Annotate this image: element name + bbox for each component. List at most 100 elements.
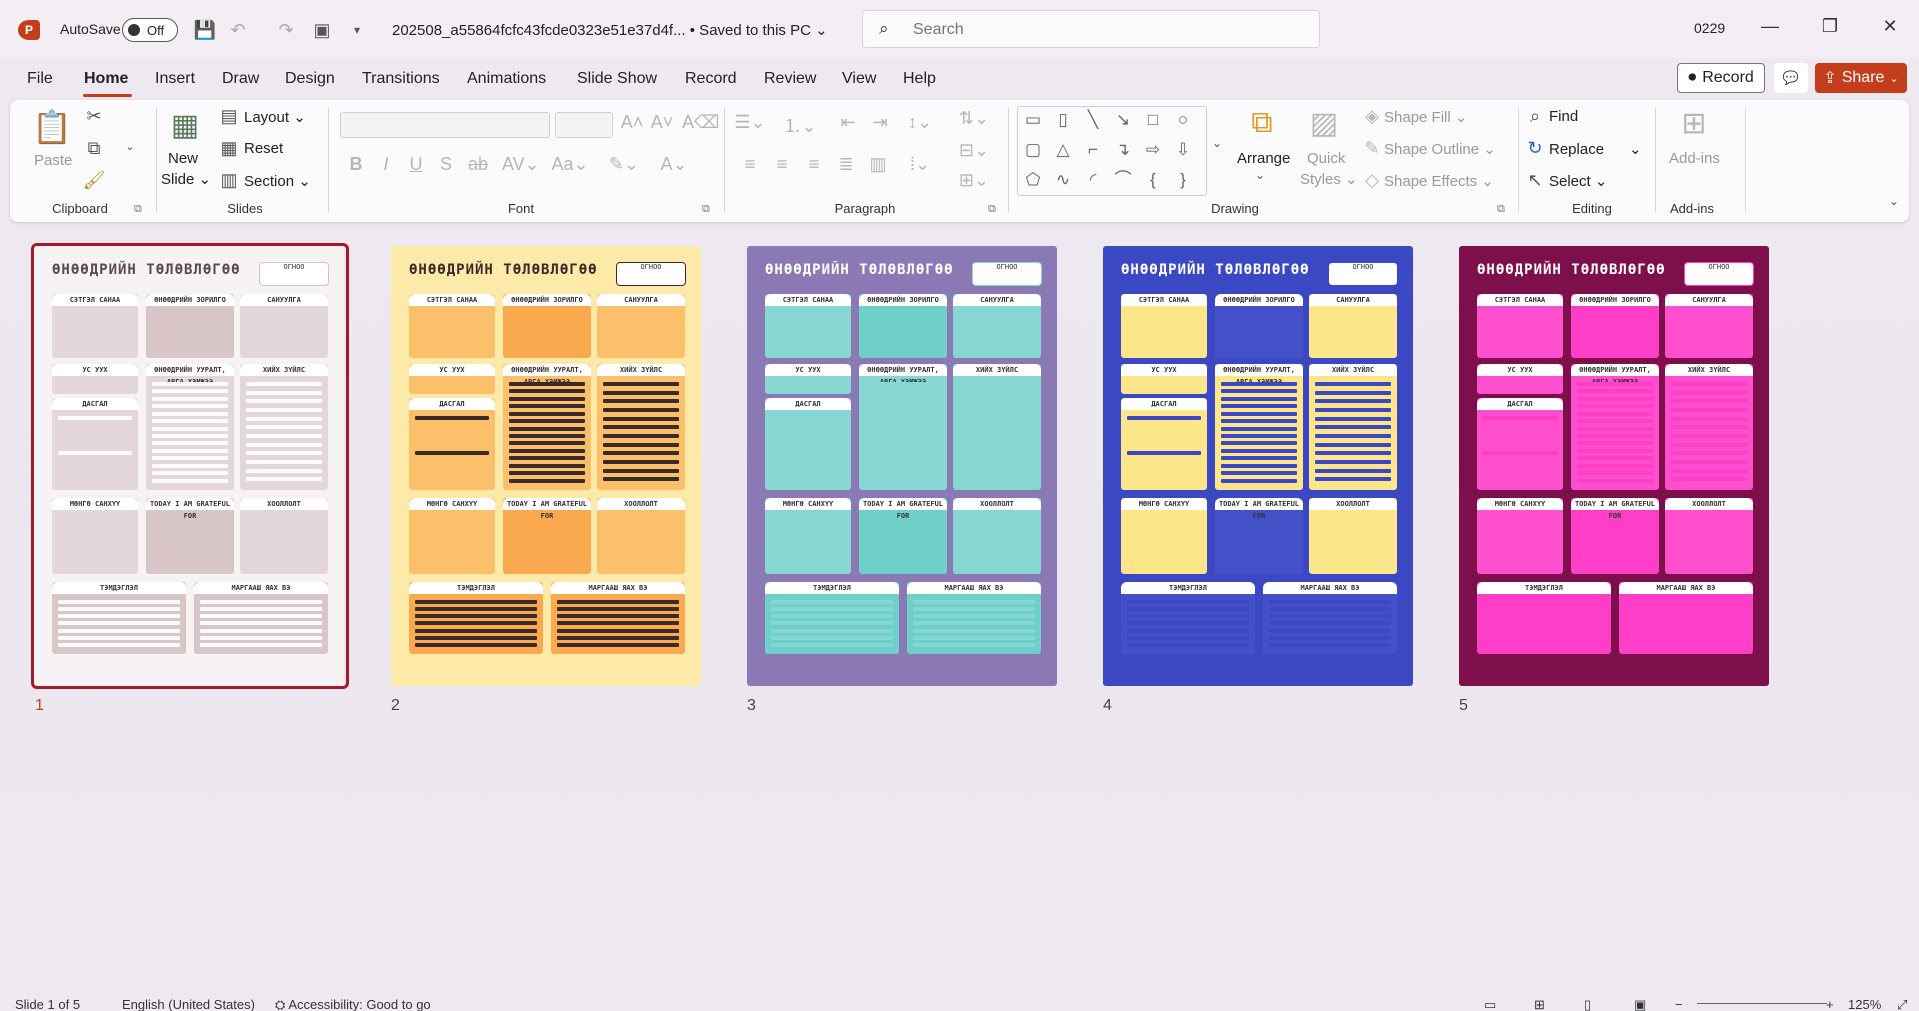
tab-insert[interactable]: Insert xyxy=(155,70,195,88)
slide-thumbnail[interactable]: ӨНӨӨДРИЙН ТӨЛӨВЛӨГӨӨ ОГНОО СЭТГЭЛ САНАА ӨНӨ… xyxy=(1103,246,1413,686)
character-spacing-icon[interactable]: AV⌄ xyxy=(502,154,540,175)
tab-design[interactable]: Design xyxy=(285,70,335,88)
tab-draw[interactable]: Draw xyxy=(222,70,259,88)
arrange-label[interactable]: Arrange xyxy=(1237,150,1290,167)
elbow-connector-icon[interactable]: ⌐ xyxy=(1082,139,1104,161)
strikethrough-icon[interactable]: ab xyxy=(466,154,490,175)
bold-icon[interactable]: B xyxy=(346,154,366,175)
change-case-icon[interactable]: Aa⌄ xyxy=(550,154,590,175)
add-ins-icon[interactable]: ⊞ xyxy=(1674,106,1714,141)
slide-thumbnail[interactable]: ӨНӨӨДРИЙН ТӨЛӨВЛӨГӨӨ ОГНОО СЭТГЭЛ САНАА ӨНӨ… xyxy=(1459,246,1769,686)
close-icon[interactable]: ✕ xyxy=(1875,16,1905,42)
collapse-ribbon-icon[interactable]: ⌄ xyxy=(1886,194,1902,208)
slide-sorter-view-icon[interactable]: ⊞ xyxy=(1534,997,1545,1011)
font-color-icon[interactable]: A⌄ xyxy=(656,154,692,175)
scribble-icon[interactable]: ∿ xyxy=(1052,169,1074,191)
shadow-icon[interactable]: S xyxy=(436,154,456,175)
right-arrow-icon[interactable]: ⇨ xyxy=(1142,139,1164,161)
shapes-more-icon[interactable]: ⌄ xyxy=(1210,136,1224,150)
decrease-font-size-icon[interactable]: A˅ xyxy=(650,112,674,133)
cut-icon[interactable]: ✂ xyxy=(82,106,106,127)
line-spacing-icon[interactable]: ↕⌄ xyxy=(900,112,940,133)
shapes-gallery[interactable]: ▭ ▯ ╲ ↘ □ ○ ▢ △ ⌐ ↴ ⇨ ⇩ ⬠ ∿ ◜ ⌒ { } xyxy=(1017,106,1207,196)
triangle-icon[interactable]: △ xyxy=(1052,139,1074,161)
minimize-icon[interactable]: — xyxy=(1755,16,1785,42)
tab-home[interactable]: Home xyxy=(84,70,128,88)
tab-animations[interactable]: Animations xyxy=(467,70,546,88)
find-button[interactable]: Find xyxy=(1549,108,1578,125)
italic-icon[interactable]: I xyxy=(376,154,396,175)
underline-icon[interactable]: U xyxy=(406,154,426,175)
account-name[interactable]: 0229 xyxy=(1694,20,1725,36)
line-icon[interactable]: ╲ xyxy=(1082,109,1104,131)
select-button[interactable]: Select ⌄ xyxy=(1549,172,1607,190)
quick-styles-label[interactable]: Quick xyxy=(1307,150,1345,167)
tab-view[interactable]: View xyxy=(842,70,876,88)
customize-toolbar-icon[interactable]: ▾ xyxy=(345,18,369,42)
arrange-icon[interactable]: ⧉ xyxy=(1242,106,1282,140)
tab-help[interactable]: Help xyxy=(903,70,936,88)
zoom-slider[interactable] xyxy=(1697,1003,1827,1004)
align-left-icon[interactable]: ≡ xyxy=(738,154,762,175)
numbering-icon[interactable]: ⒈⌄ xyxy=(780,112,820,138)
curve-icon[interactable]: ⌒ xyxy=(1112,169,1134,191)
highlight-color-icon[interactable]: ✎⌄ xyxy=(606,154,642,175)
undo-icon[interactable]: ↶ xyxy=(226,18,250,42)
text-box-icon[interactable]: ▭ xyxy=(1022,109,1044,131)
font-dialog-launcher-icon[interactable]: ⧉ xyxy=(702,203,710,216)
arc-icon[interactable]: ◜ xyxy=(1082,169,1104,191)
tab-file[interactable]: File xyxy=(27,70,53,88)
reading-view-icon[interactable]: ▯ xyxy=(1584,997,1591,1011)
text-direction-icon[interactable]: ⇅⌄ xyxy=(954,108,994,129)
slide-thumbnail[interactable]: ӨНӨӨДРИЙН ТӨЛӨВЛӨГӨӨ ОГНОО СЭТГЭЛ САНАА ӨНӨ… xyxy=(747,246,1057,686)
smartart-icon[interactable]: ⊞⌄ xyxy=(954,170,994,191)
vertical-text-box-icon[interactable]: ▯ xyxy=(1052,109,1074,131)
layout-button[interactable]: Layout ⌄ xyxy=(244,108,306,126)
arrange-dropdown-icon[interactable]: ⌄ xyxy=(1252,168,1268,182)
copy-icon[interactable]: ⧉ xyxy=(82,138,106,159)
zoom-in-icon[interactable]: + xyxy=(1826,997,1834,1011)
replace-button[interactable]: Replace ⌄ xyxy=(1549,140,1642,158)
search-box[interactable]: ⌕ xyxy=(862,10,1320,48)
comments-icon[interactable]: 💬 xyxy=(1774,63,1808,93)
add-ins-button[interactable]: Add-ins xyxy=(1669,150,1720,167)
align-right-icon[interactable]: ≡ xyxy=(802,154,826,175)
tab-transitions[interactable]: Transitions xyxy=(362,70,440,88)
justify-icon[interactable]: ≣ xyxy=(834,154,858,175)
slide-thumbnail[interactable]: ӨНӨӨДРИЙН ТӨЛӨВЛӨГӨӨ ОГНОО СЭТГЭЛ САНАА ӨНӨ… xyxy=(34,246,344,686)
drawing-dialog-launcher-icon[interactable]: ⧉ xyxy=(1497,203,1505,216)
font-family-combo[interactable] xyxy=(340,112,550,138)
search-input[interactable] xyxy=(913,19,1293,41)
decrease-indent-icon[interactable]: ⇤ xyxy=(836,112,860,133)
rounded-rectangle-icon[interactable]: ▢ xyxy=(1022,139,1044,161)
format-painter-icon[interactable]: 🖌 xyxy=(82,170,106,191)
copy-dropdown-icon[interactable]: ⌄ xyxy=(122,140,138,153)
new-slide-label-2[interactable]: Slide ⌄ xyxy=(161,170,211,188)
section-button[interactable]: Section ⌄ xyxy=(244,172,311,190)
arrow-line-icon[interactable]: ↘ xyxy=(1112,109,1134,131)
align-text-icon[interactable]: ⊟⌄ xyxy=(954,140,994,161)
tab-record[interactable]: Record xyxy=(685,70,737,88)
tab-slide-show[interactable]: Slide Show xyxy=(577,70,657,88)
save-icon[interactable]: 💾 xyxy=(193,18,217,42)
left-brace-icon[interactable]: { xyxy=(1142,169,1164,191)
right-brace-icon[interactable]: } xyxy=(1172,169,1194,191)
shape-fill-button[interactable]: Shape Fill ⌄ xyxy=(1384,108,1467,126)
bullets-icon[interactable]: ☰⌄ xyxy=(730,112,770,133)
increase-font-size-icon[interactable]: A˄ xyxy=(620,112,644,133)
elbow-arrow-icon[interactable]: ↴ xyxy=(1112,139,1134,161)
slideshow-view-icon[interactable]: ▣ xyxy=(1634,997,1646,1011)
font-size-combo[interactable] xyxy=(555,112,613,138)
clear-formatting-icon[interactable]: A⌫ xyxy=(682,112,719,133)
normal-view-icon[interactable]: ▭ xyxy=(1484,997,1496,1011)
reset-button[interactable]: Reset xyxy=(244,140,283,157)
quick-styles-icon[interactable]: ▨ xyxy=(1304,106,1344,141)
language-indicator[interactable]: English (United States) xyxy=(122,997,255,1011)
present-from-beginning-icon[interactable]: ▣ xyxy=(310,18,334,42)
slide-thumbnail[interactable]: ӨНӨӨДРИЙН ТӨЛӨВЛӨГӨӨ ОГНОО СЭТГЭЛ САНАА ӨНӨ… xyxy=(391,246,701,686)
zoom-out-icon[interactable]: − xyxy=(1675,997,1683,1011)
convert-smartart-icon[interactable]: ⁞⌄ xyxy=(900,154,940,175)
align-center-icon[interactable]: ≡ xyxy=(770,154,794,175)
autosave-toggle[interactable]: Off xyxy=(122,18,178,42)
tab-review[interactable]: Review xyxy=(764,70,816,88)
